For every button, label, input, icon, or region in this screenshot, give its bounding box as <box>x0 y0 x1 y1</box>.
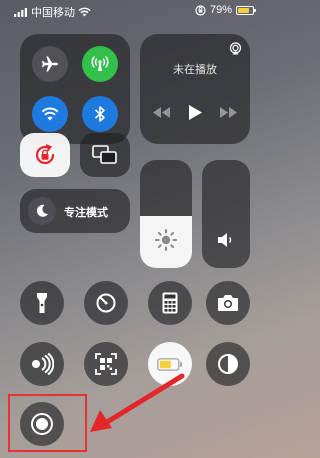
calculator-icon <box>162 292 178 314</box>
battery-percent: 79% <box>209 4 232 16</box>
orientation-lock-button[interactable] <box>20 133 70 177</box>
bluetooth-button[interactable] <box>82 96 118 132</box>
signal-icon <box>14 7 28 17</box>
airplane-mode-button[interactable] <box>32 46 68 82</box>
airplay-icon[interactable] <box>229 42 242 55</box>
carrier-info: 中国移动 <box>14 4 91 20</box>
focus-label: 专注模式 <box>64 207 108 219</box>
cellular-data-button[interactable] <box>82 46 118 82</box>
timer-button[interactable] <box>84 281 128 325</box>
next-icon[interactable] <box>220 107 237 118</box>
camera-icon <box>217 294 239 312</box>
screen-mirroring-button[interactable] <box>80 133 130 177</box>
antenna-icon <box>91 55 109 73</box>
nfc-button[interactable] <box>20 342 64 386</box>
camera-button[interactable] <box>206 281 250 325</box>
speaker-icon <box>217 232 235 248</box>
airplane-icon <box>41 55 59 73</box>
dark-mode-icon <box>217 353 239 375</box>
bluetooth-icon <box>93 105 107 123</box>
wifi-status-icon <box>78 7 91 17</box>
wifi-icon <box>41 106 59 122</box>
flashlight-icon <box>35 292 49 314</box>
nfc-icon <box>30 353 54 375</box>
calculator-button[interactable] <box>148 281 192 325</box>
low-power-icon <box>157 357 183 371</box>
sun-icon <box>154 228 178 252</box>
highlight-box <box>8 394 87 452</box>
focus-mode-button[interactable]: 专注模式 <box>20 189 130 233</box>
screen-mirroring-icon <box>92 144 118 166</box>
rotation-lock-icon <box>32 142 58 168</box>
play-icon[interactable] <box>189 105 202 120</box>
battery-icon <box>236 5 256 15</box>
carrier-name: 中国移动 <box>31 7 75 19</box>
orientation-lock-icon <box>195 4 206 16</box>
connectivity-panel <box>20 34 130 144</box>
volume-slider[interactable] <box>202 160 250 268</box>
now-playing-panel[interactable]: 未在播放 <box>140 34 250 144</box>
moon-icon <box>35 204 49 218</box>
arrow-icon <box>88 372 186 436</box>
status-bar: 中国移动 79% <box>14 4 256 20</box>
brightness-slider[interactable] <box>140 160 192 268</box>
flashlight-button[interactable] <box>20 281 64 325</box>
previous-icon[interactable] <box>153 107 170 118</box>
status-right: 79% <box>195 4 256 16</box>
timer-icon <box>95 292 117 314</box>
dark-mode-button[interactable] <box>206 342 250 386</box>
wifi-button[interactable] <box>32 96 68 132</box>
focus-icon-circle <box>28 197 56 225</box>
now-playing-status: 未在播放 <box>173 64 217 76</box>
